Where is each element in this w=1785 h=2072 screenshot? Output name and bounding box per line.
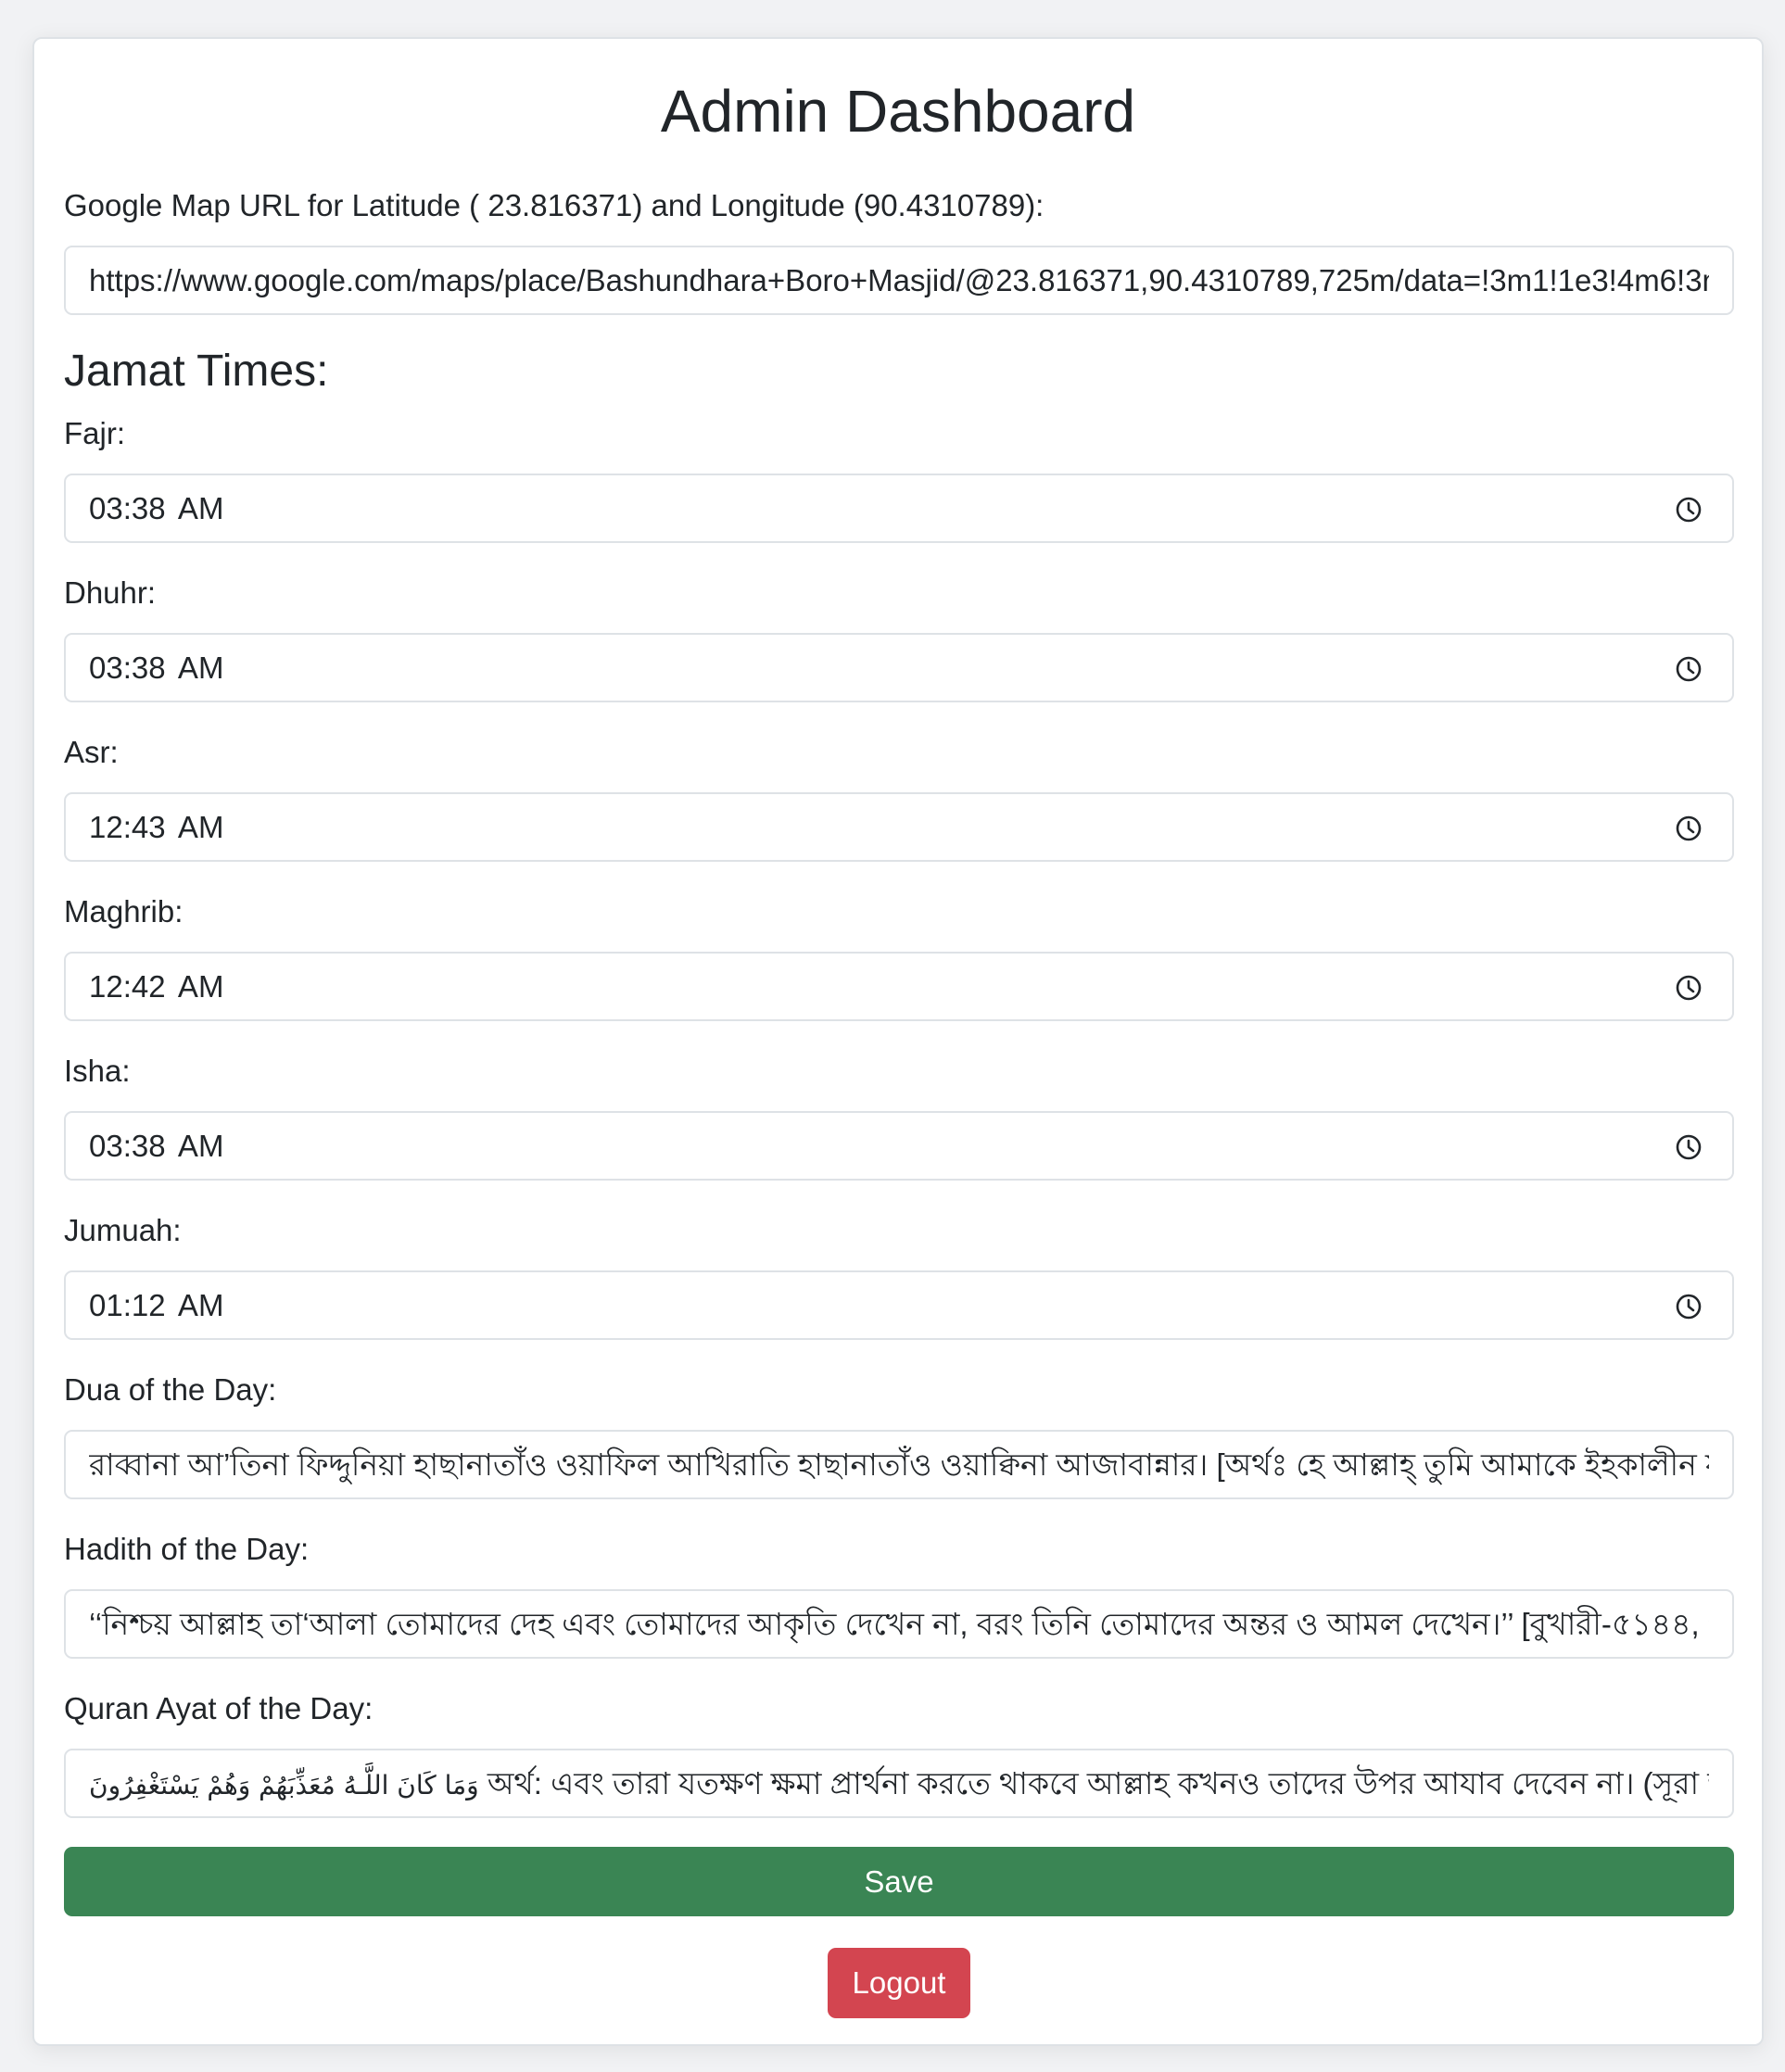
jamat-times-heading: Jamat Times:	[64, 347, 329, 396]
quran-arabic-text: وَمَا كَانَ اللَّـهُ مُعَذِّبَهُمْ وَهُم…	[89, 1770, 479, 1800]
logout-button[interactable]: Logout	[828, 1948, 970, 2018]
dua-input[interactable]: রাব্বানা আ’তিনা ফিদ্দুনিয়া হাছানাতাঁও ও…	[64, 1430, 1734, 1499]
jumuah-label: Jumuah:	[64, 1213, 182, 1247]
map-url-value: https://www.google.com/maps/place/Bashun…	[89, 263, 1709, 297]
dhuhr-time-input[interactable]: 03:38 AM	[64, 633, 1734, 702]
map-url-label: Google Map URL for Latitude ( 23.816371)…	[64, 188, 1044, 222]
quran-input[interactable]: وَمَا كَانَ اللَّـهُ مُعَذِّبَهُمْ وَهُم…	[64, 1749, 1734, 1818]
quran-label: Quran Ayat of the Day:	[64, 1691, 373, 1725]
dhuhr-time-value: 03:38 AM	[89, 651, 224, 685]
isha-time-input[interactable]: 03:38 AM	[64, 1111, 1734, 1181]
dua-label: Dua of the Day:	[64, 1372, 277, 1407]
admin-dashboard-card: Admin Dashboard Google Map URL for Latit…	[32, 37, 1764, 2046]
hadith-input[interactable]: ‘‘নিশ্চয় আল্লাহ তা‘আলা তোমাদের দেহ এবং …	[64, 1589, 1734, 1659]
quran-translation-text: অর্থ: এবং তারা যতক্ষণ ক্ষমা প্রার্থনা কর…	[487, 1766, 1709, 1800]
clock-icon[interactable]	[1675, 655, 1703, 683]
jumuah-time-value: 01:12 AM	[89, 1288, 224, 1322]
isha-time-value: 03:38 AM	[89, 1129, 224, 1163]
hadith-label: Hadith of the Day:	[64, 1532, 310, 1566]
clock-icon[interactable]	[1675, 1293, 1703, 1320]
maghrib-time-input[interactable]: 12:42 AM	[64, 952, 1734, 1021]
quran-value-line: وَمَا كَانَ اللَّـهُ مُعَذِّبَهُمْ وَهُم…	[89, 1750, 1709, 1816]
asr-label: Asr:	[64, 735, 119, 769]
fajr-time-input[interactable]: 03:38 AM	[64, 474, 1734, 543]
clock-icon[interactable]	[1675, 974, 1703, 1002]
fajr-label: Fajr:	[64, 416, 125, 450]
jumuah-time-input[interactable]: 01:12 AM	[64, 1270, 1734, 1340]
clock-icon[interactable]	[1675, 815, 1703, 842]
asr-time-value: 12:43 AM	[89, 810, 224, 844]
dhuhr-label: Dhuhr:	[64, 575, 157, 610]
asr-time-input[interactable]: 12:43 AM	[64, 792, 1734, 862]
isha-label: Isha:	[64, 1054, 131, 1088]
page-title: Admin Dashboard	[660, 78, 1136, 145]
fajr-time-value: 03:38 AM	[89, 491, 224, 525]
maghrib-time-value: 12:42 AM	[89, 969, 224, 1004]
hadith-value: ‘‘নিশ্চয় আল্লাহ তা‘আলা তোমাদের দেহ এবং …	[89, 1607, 1709, 1641]
map-url-input[interactable]: https://www.google.com/maps/place/Bashun…	[64, 246, 1734, 315]
maghrib-label: Maghrib:	[64, 894, 184, 929]
save-button[interactable]: Save	[64, 1847, 1734, 1916]
dua-value: রাব্বানা আ’তিনা ফিদ্দুনিয়া হাছানাতাঁও ও…	[89, 1447, 1709, 1482]
clock-icon[interactable]	[1675, 1133, 1703, 1161]
clock-icon[interactable]	[1675, 496, 1703, 524]
